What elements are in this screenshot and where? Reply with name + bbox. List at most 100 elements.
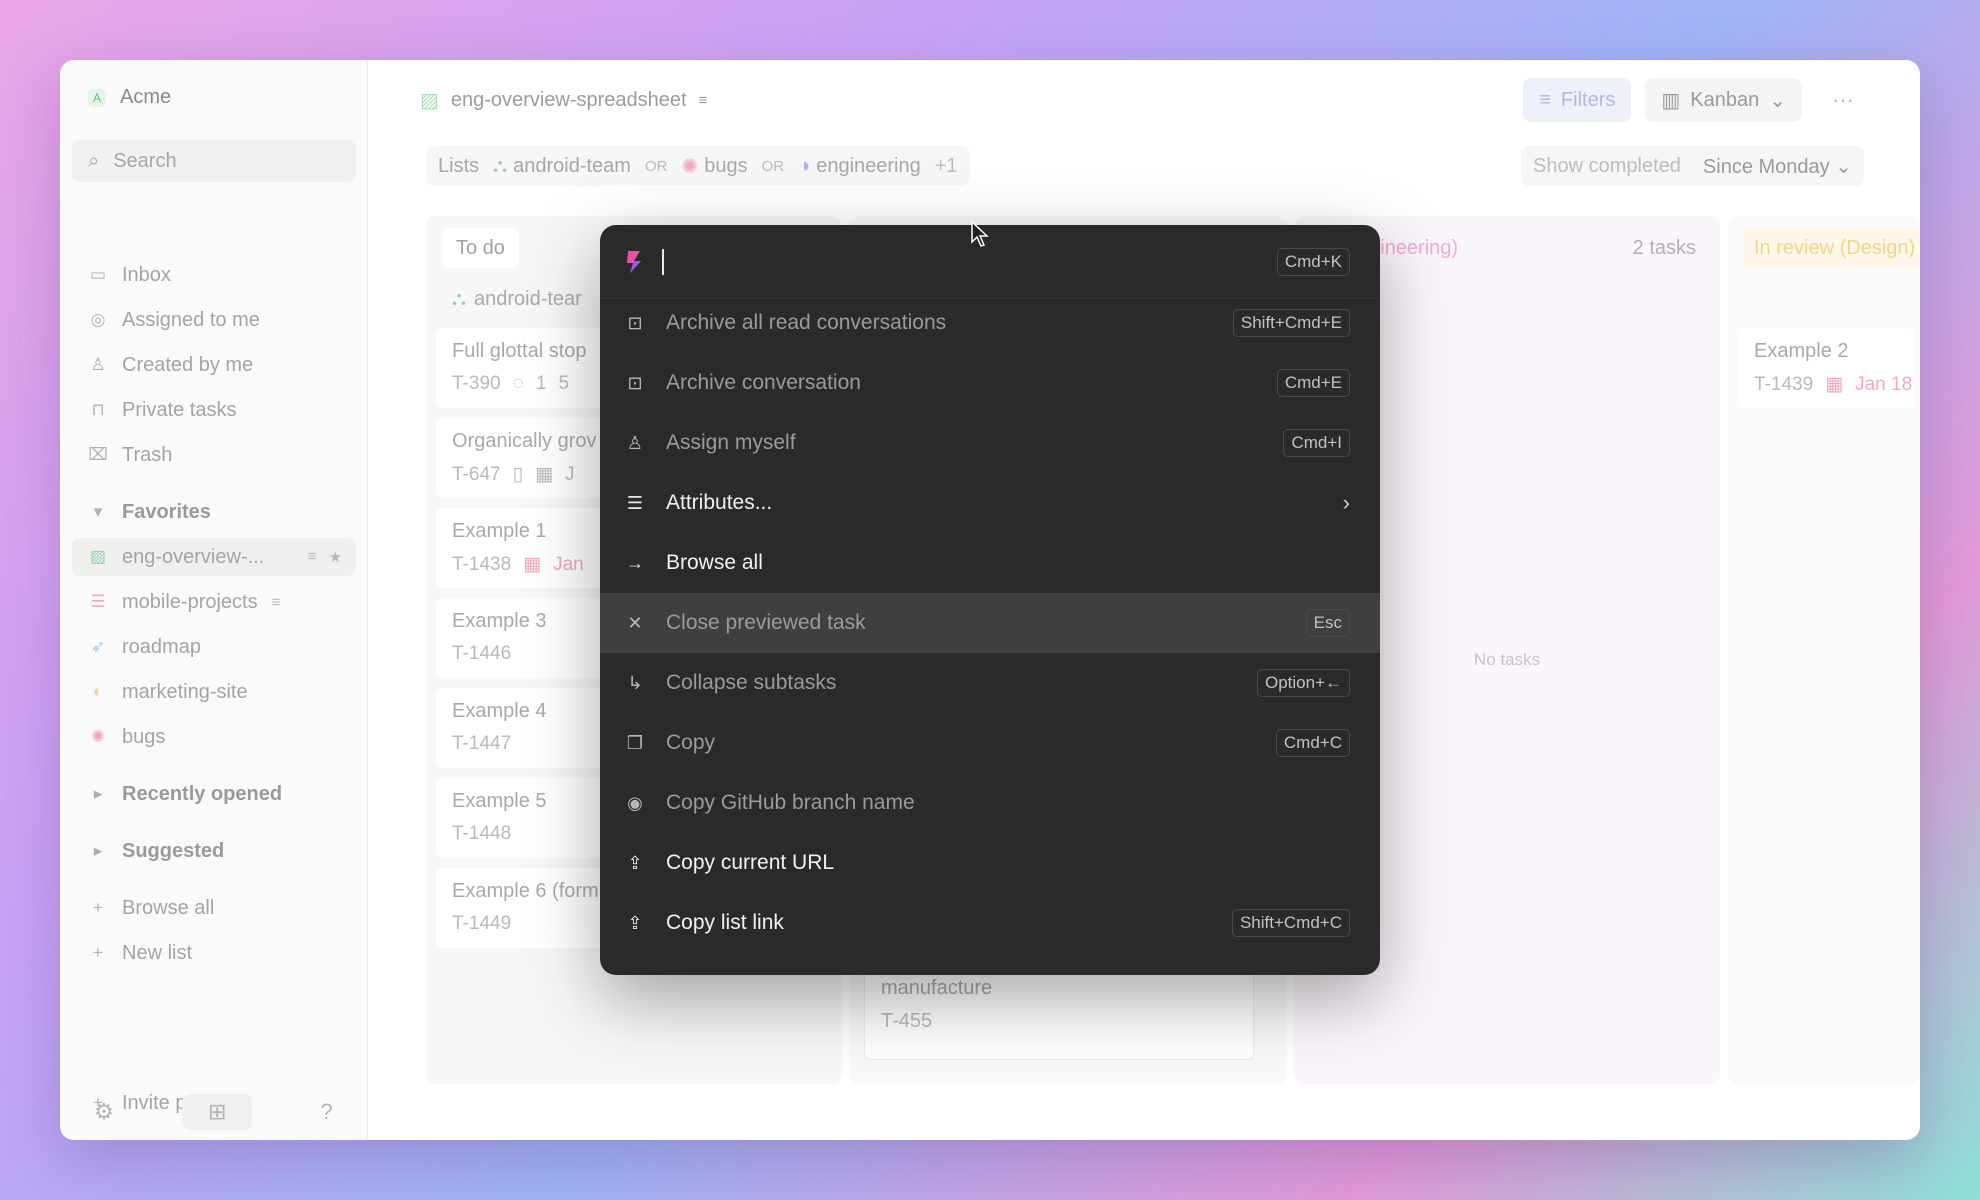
command-browse-all[interactable]: → Browse all: [600, 533, 1380, 593]
filters-button[interactable]: ≡ Filters: [1523, 78, 1632, 122]
chevron-down-icon: ⌄: [1835, 155, 1852, 178]
comment-icon: ◌: [512, 373, 524, 394]
command-palette: Cmd+K ⊡ Archive all read conversations S…: [600, 225, 1380, 975]
command-archive-all[interactable]: ⊡ Archive all read conversations Shift+C…: [600, 293, 1380, 353]
sidebar-item-label: marketing-site: [122, 680, 248, 703]
list-tag-bugs[interactable]: ✺ bugs: [681, 154, 747, 179]
command-shortcut: Cmd+I: [1283, 429, 1350, 457]
command-close-previewed-task[interactable]: ✕ Close previewed task Esc: [600, 593, 1380, 653]
lists-filter-bar[interactable]: Lists ⛬ android-team OR ✺ bugs OR ◑ enginee…: [426, 146, 970, 186]
task-id: T-455: [881, 1010, 933, 1032]
browse-all-link[interactable]: + Browse all: [72, 889, 356, 927]
sidebar-item-label: roadmap: [122, 635, 201, 658]
recently-opened-section[interactable]: ▸ Recently opened: [72, 775, 356, 813]
close-icon: ✕: [627, 612, 643, 633]
calendar-icon: ▦: [535, 464, 554, 485]
or-separator: OR: [644, 157, 668, 175]
workspace-avatar: A: [88, 88, 106, 107]
sidebar: A Acme ⌕ Search ▭ Inbox ◎ Assigned to me…: [60, 60, 368, 1140]
subtasks-icon: ↳: [627, 672, 643, 693]
show-completed-toggle[interactable]: Show completed: [1533, 155, 1681, 178]
chevron-right-icon: ▸: [93, 841, 103, 860]
sidebar-item-roadmap[interactable]: ➶ roadmap: [72, 628, 356, 666]
search-icon: ⌕: [88, 149, 100, 172]
task-card[interactable]: Example 2 T-1439 ▦ Jan 18: [1738, 328, 1914, 408]
command-shortcut: Shift+Cmd+E: [1232, 309, 1350, 337]
or-separator: OR: [761, 157, 785, 175]
sidebar-item-trash[interactable]: ⌧ Trash: [72, 436, 356, 474]
github-icon: ◉: [627, 792, 643, 813]
sidebar-item-mobile-projects[interactable]: ☰ mobile-projects ≡: [72, 583, 356, 621]
sidebar-footer: ⚙ ⊞ ?: [60, 1084, 367, 1140]
sidebar-item-bugs[interactable]: ✺ bugs: [72, 718, 356, 756]
tag-label: engineering: [816, 154, 921, 177]
sidebar-item-created[interactable]: ♙ Created by me: [72, 346, 356, 384]
command-copy[interactable]: ❐ Copy Cmd+C: [600, 713, 1380, 773]
command-attributes[interactable]: ☰ Attributes... ›: [600, 473, 1380, 533]
chevron-right-icon: ›: [1342, 490, 1350, 515]
sidebar-item-label: New list: [122, 941, 193, 964]
lists-label: Lists: [438, 154, 480, 177]
suggested-section[interactable]: ▸ Suggested: [72, 832, 356, 870]
command-copy-current-url[interactable]: ⇪ Copy current URL: [600, 833, 1380, 893]
share-icon: ⇪: [627, 912, 643, 933]
favorites-section[interactable]: ▾ Favorites: [72, 493, 356, 531]
command-label: Copy list link: [666, 911, 784, 934]
task-title: manufacture: [881, 977, 993, 999]
command-archive-conversation[interactable]: ⊡ Archive conversation Cmd+E: [600, 353, 1380, 413]
command-copy-list-link[interactable]: ⇪ Copy list link Shift+Cmd+C: [600, 893, 1380, 953]
share-icon: ⇪: [627, 852, 643, 873]
command-collapse-subtasks[interactable]: ↳ Collapse subtasks Option+←: [600, 653, 1380, 713]
view-switcher[interactable]: ▥ Kanban ⌄: [1645, 78, 1803, 122]
toolbar: ≡ Filters ▥ Kanban ⌄ ···: [1523, 78, 1870, 122]
task-id: T-390: [452, 373, 501, 394]
sidebar-item-private[interactable]: ⊓ Private tasks: [72, 391, 356, 429]
command-label: Browse all: [666, 551, 763, 574]
star-icon[interactable]: ★: [329, 548, 342, 566]
sidebar-item-marketing-site[interactable]: ◐ marketing-site: [72, 673, 356, 711]
command-input[interactable]: Cmd+K: [600, 225, 1380, 299]
gear-icon[interactable]: ⚙: [94, 1099, 114, 1125]
more-options-icon[interactable]: ···: [1816, 87, 1870, 113]
question-icon[interactable]: ?: [321, 1099, 333, 1125]
chevron-right-icon: ▸: [93, 784, 103, 803]
group-chip[interactable]: ⛬ android-tear: [452, 288, 582, 311]
command-label: Archive all read conversations: [666, 311, 947, 334]
workspace-switcher[interactable]: A Acme: [88, 86, 171, 109]
column-header[interactable]: To do: [442, 228, 519, 268]
task-card[interactable]: manufacture T-455: [864, 964, 1254, 1060]
plus-square-icon[interactable]: ⊞: [182, 1094, 253, 1130]
task-id: T-1438: [452, 553, 512, 575]
calendar-icon: ▦: [523, 554, 542, 575]
task-id: T-1448: [452, 823, 512, 844]
search-input[interactable]: ⌕ Search: [72, 140, 356, 182]
stack-icon: ☰: [90, 592, 106, 611]
command-list: ⊡ Archive all read conversations Shift+C…: [600, 293, 1380, 953]
command-shortcut: Cmd+E: [1276, 369, 1350, 397]
list-tag-engineering[interactable]: ◑ engineering: [798, 155, 921, 178]
list-tag-android[interactable]: ⛬ android-team: [493, 155, 631, 178]
half-circle-icon: ◑: [798, 154, 811, 177]
filter-icon: ≡: [307, 548, 317, 565]
sidebar-item-label: Browse all: [122, 896, 215, 919]
bug-icon: ✺: [681, 155, 699, 178]
sidebar-item-inbox[interactable]: ▭ Inbox: [72, 256, 356, 294]
more-lists-count[interactable]: +1: [935, 155, 958, 178]
column-review-design: In review (Design) Example 2 T-1439 ▦ Jan …: [1728, 216, 1920, 1084]
task-meta: J: [565, 463, 575, 485]
filter-icon[interactable]: ≡: [699, 92, 708, 109]
sidebar-item-assigned[interactable]: ◎ Assigned to me: [72, 301, 356, 339]
tag-label: bugs: [704, 154, 748, 177]
new-list-button[interactable]: + New list: [72, 934, 356, 972]
sidebar-item-eng-overview[interactable]: ▨ eng-overview-... ≡ ★: [72, 538, 356, 576]
column-header[interactable]: In review (Design): [1744, 228, 1920, 268]
assign-user-icon: ♙: [626, 432, 644, 453]
date-range-select[interactable]: Since Monday ⌄: [1703, 154, 1852, 179]
person-icon: ♙: [90, 355, 106, 374]
command-copy-github-branch[interactable]: ◉ Copy GitHub branch name: [600, 773, 1380, 833]
sidebar-item-label: Inbox: [122, 263, 171, 286]
command-label: Close previewed task: [666, 611, 866, 634]
board-controls: Show completed Since Monday ⌄: [1521, 146, 1864, 186]
command-assign-myself[interactable]: ♙ Assign myself Cmd+I: [600, 413, 1380, 473]
page-title[interactable]: eng-overview-spreadsheet: [451, 89, 687, 112]
